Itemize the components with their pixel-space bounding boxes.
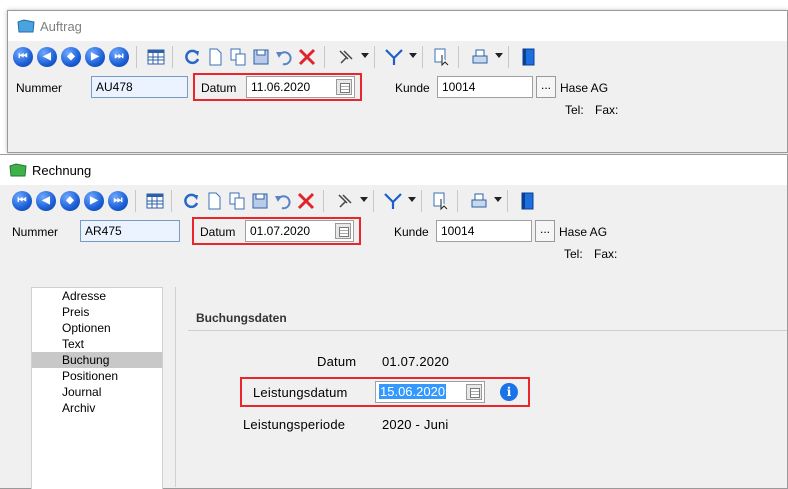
auftrag-folder-icon [17, 19, 35, 33]
filter-icon[interactable] [384, 47, 404, 67]
rechnung-tel-label: Tel: [564, 247, 583, 261]
rechnung-nummer-field[interactable]: AR475 [80, 220, 180, 242]
rechnung-kunde-field[interactable]: 10014 [436, 220, 532, 242]
delete-icon[interactable] [296, 191, 316, 211]
next-alt-icon[interactable]: ◆ [61, 47, 81, 67]
book-icon[interactable] [518, 47, 538, 67]
sidebar-item-buchung[interactable]: Buchung [32, 352, 162, 368]
auftrag-kunde-label: Kunde [395, 81, 430, 95]
sidebar-item-adresse[interactable]: Adresse [32, 288, 162, 304]
rechnung-kunde-label: Kunde [394, 225, 429, 239]
pin-icon[interactable] [335, 191, 355, 211]
print-icon[interactable] [470, 47, 490, 67]
first-record-icon[interactable]: ⏮ [12, 191, 32, 211]
auftrag-nummer-field[interactable]: AU478 [91, 76, 188, 98]
save-icon[interactable] [250, 191, 270, 211]
last-record-icon[interactable]: ⏭ [109, 47, 129, 67]
copy-icon[interactable] [228, 47, 248, 67]
auftrag-tel-label: Tel: [565, 103, 584, 117]
leistungsdatum-value: 15.06.2020 [379, 384, 447, 399]
filter-icon[interactable] [383, 191, 403, 211]
sidebar-item-archiv[interactable]: Archiv [32, 400, 162, 416]
calendar-icon[interactable] [336, 79, 352, 95]
rechnung-window: Rechnung ⏮ ◀ ◆ ▶ ⏭ Nummer AR475 Datum 01… [0, 154, 788, 489]
auftrag-datum-field[interactable]: 11.06.2020 [246, 76, 355, 98]
rechnung-kunde-name: Hase AG [559, 225, 608, 239]
leistungsperiode-value: 2020 - Juni [382, 417, 449, 432]
undo-icon[interactable] [273, 191, 293, 211]
sidebar-item-preis[interactable]: Preis [32, 304, 162, 320]
heading-divider [188, 330, 787, 331]
next-record-icon[interactable]: ▶ [84, 191, 104, 211]
leistungsdatum-label: Leistungsdatum [253, 385, 348, 400]
auftrag-kunde-name: Hase AG [560, 81, 609, 95]
rechnung-form-row: Nummer AR475 Datum 01.07.2020 Kunde 1001… [0, 217, 787, 247]
rechnung-datum-value: 01.07.2020 [250, 224, 311, 238]
copy-icon[interactable] [227, 191, 247, 211]
print-icon[interactable] [469, 191, 489, 211]
new-document-icon[interactable] [205, 47, 225, 67]
rechnung-datum-label: Datum [200, 225, 236, 239]
leistungsperiode-label: Leistungsperiode [243, 417, 346, 432]
save-icon[interactable] [251, 47, 271, 67]
sidebar: Adresse Preis Optionen Text Buchung Posi… [31, 287, 163, 489]
last-record-icon[interactable]: ⏭ [108, 191, 128, 211]
next-record-icon[interactable]: ▶ [85, 47, 105, 67]
undo-icon[interactable] [274, 47, 294, 67]
auftrag-fax-label: Fax: [595, 103, 619, 117]
cursor-select-icon[interactable] [431, 191, 451, 211]
buchung-datum-value: 01.07.2020 [382, 354, 450, 369]
delete-icon[interactable] [297, 47, 317, 67]
first-record-icon[interactable]: ⏮ [13, 47, 33, 67]
rechnung-folder-icon [9, 163, 27, 177]
rechnung-titlebar: Rechnung [0, 155, 787, 185]
info-icon[interactable]: i [500, 383, 518, 401]
rechnung-nummer-label: Nummer [12, 225, 59, 239]
auftrag-kunde-field[interactable]: 10014 [437, 76, 533, 98]
auftrag-datum-value: 11.06.2020 [251, 80, 311, 94]
rechnung-kunde-lookup-button[interactable]: ... [535, 220, 555, 242]
pin-icon[interactable] [336, 47, 356, 67]
sidebar-item-optionen[interactable]: Optionen [32, 320, 162, 336]
previous-record-icon[interactable]: ◀ [37, 47, 57, 67]
rechnung-title: Rechnung [32, 163, 92, 178]
cursor-select-icon[interactable] [432, 47, 452, 67]
rechnung-toolbar: ⏮ ◀ ◆ ▶ ⏭ [0, 185, 787, 217]
auftrag-nummer-label: Nummer [16, 81, 63, 95]
sidebar-item-journal[interactable]: Journal [32, 384, 162, 400]
sidebar-item-positionen[interactable]: Positionen [32, 368, 162, 384]
table-view-icon[interactable] [146, 47, 166, 67]
table-view-icon[interactable] [145, 191, 165, 211]
refresh-icon[interactable] [181, 191, 201, 211]
new-document-icon[interactable] [204, 191, 224, 211]
previous-record-icon[interactable]: ◀ [36, 191, 56, 211]
buchung-datum-label: Datum [317, 354, 357, 369]
buchungsdaten-heading: Buchungsdaten [196, 311, 287, 325]
auftrag-toolbar: ⏮ ◀ ◆ ▶ ⏭ [8, 41, 787, 73]
buchung-panel: Buchungsdaten Datum 01.07.2020 Leistungs… [176, 287, 787, 488]
auftrag-window: Auftrag ⏮ ◀ ◆ ▶ ⏭ Nummer AU478 Datum 11.… [7, 10, 788, 153]
next-alt-icon[interactable]: ◆ [60, 191, 80, 211]
calendar-icon[interactable] [466, 384, 482, 400]
leistungsdatum-field[interactable]: 15.06.2020 [375, 381, 485, 403]
book-icon[interactable] [517, 191, 537, 211]
refresh-icon[interactable] [182, 47, 202, 67]
sidebar-item-text[interactable]: Text [32, 336, 162, 352]
auftrag-title: Auftrag [40, 19, 82, 34]
auftrag-titlebar: Auftrag [8, 11, 787, 41]
auftrag-kunde-lookup-button[interactable]: ... [536, 76, 556, 98]
calendar-icon[interactable] [335, 223, 351, 239]
auftrag-datum-label: Datum [201, 81, 237, 95]
rechnung-datum-field[interactable]: 01.07.2020 [245, 220, 354, 242]
auftrag-form-row: Nummer AU478 Datum 11.06.2020 Kunde 1001… [8, 73, 787, 103]
rechnung-fax-label: Fax: [594, 247, 618, 261]
